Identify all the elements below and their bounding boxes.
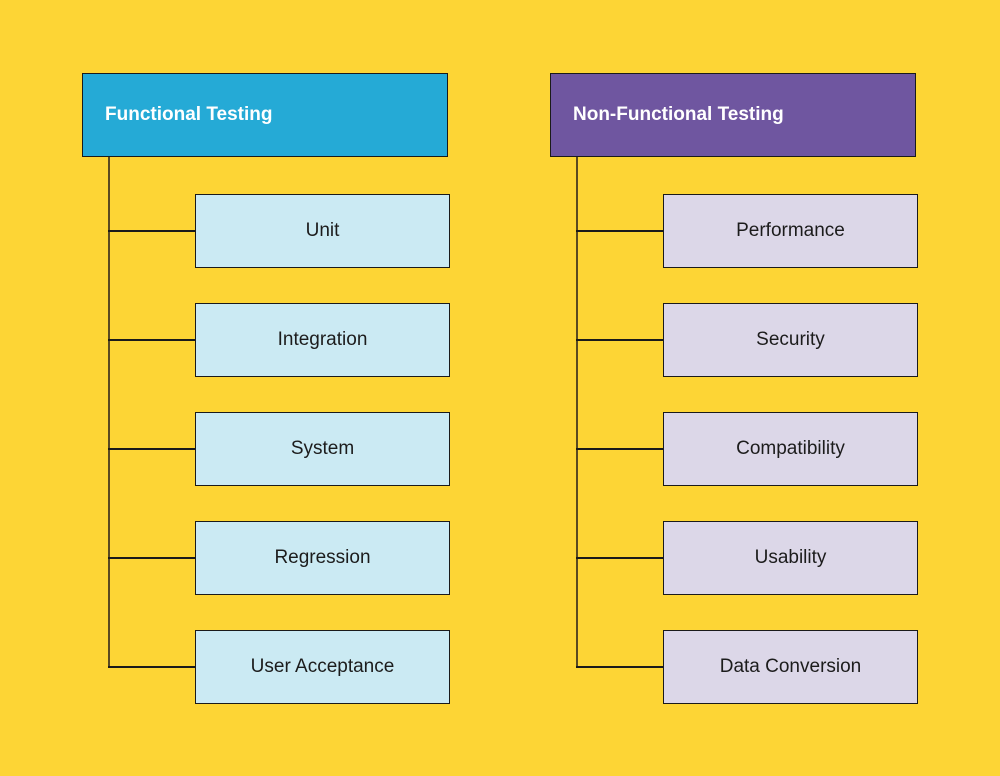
functional-connector-branch bbox=[108, 230, 195, 232]
non-functional-testing-item: Security bbox=[663, 303, 918, 377]
non-functional-connector-trunk bbox=[576, 157, 578, 667]
functional-connector-branch bbox=[108, 557, 195, 559]
non-functional-testing-item: Performance bbox=[663, 194, 918, 268]
functional-testing-item: System bbox=[195, 412, 450, 486]
functional-testing-item: Unit bbox=[195, 194, 450, 268]
functional-connector-branch bbox=[108, 666, 195, 668]
non-functional-testing-item: Usability bbox=[663, 521, 918, 595]
non-functional-testing-header: Non-Functional Testing bbox=[550, 73, 916, 157]
non-functional-connector-branch bbox=[576, 448, 663, 450]
non-functional-testing-item: Compatibility bbox=[663, 412, 918, 486]
non-functional-connector-branch bbox=[576, 666, 663, 668]
functional-connector-branch bbox=[108, 448, 195, 450]
functional-connector-branch bbox=[108, 339, 195, 341]
functional-testing-item: User Acceptance bbox=[195, 630, 450, 704]
functional-connector-trunk bbox=[108, 157, 110, 667]
non-functional-connector-branch bbox=[576, 339, 663, 341]
functional-testing-item: Integration bbox=[195, 303, 450, 377]
non-functional-connector-branch bbox=[576, 557, 663, 559]
non-functional-testing-item: Data Conversion bbox=[663, 630, 918, 704]
functional-testing-header: Functional Testing bbox=[82, 73, 448, 157]
non-functional-connector-branch bbox=[576, 230, 663, 232]
functional-testing-item: Regression bbox=[195, 521, 450, 595]
